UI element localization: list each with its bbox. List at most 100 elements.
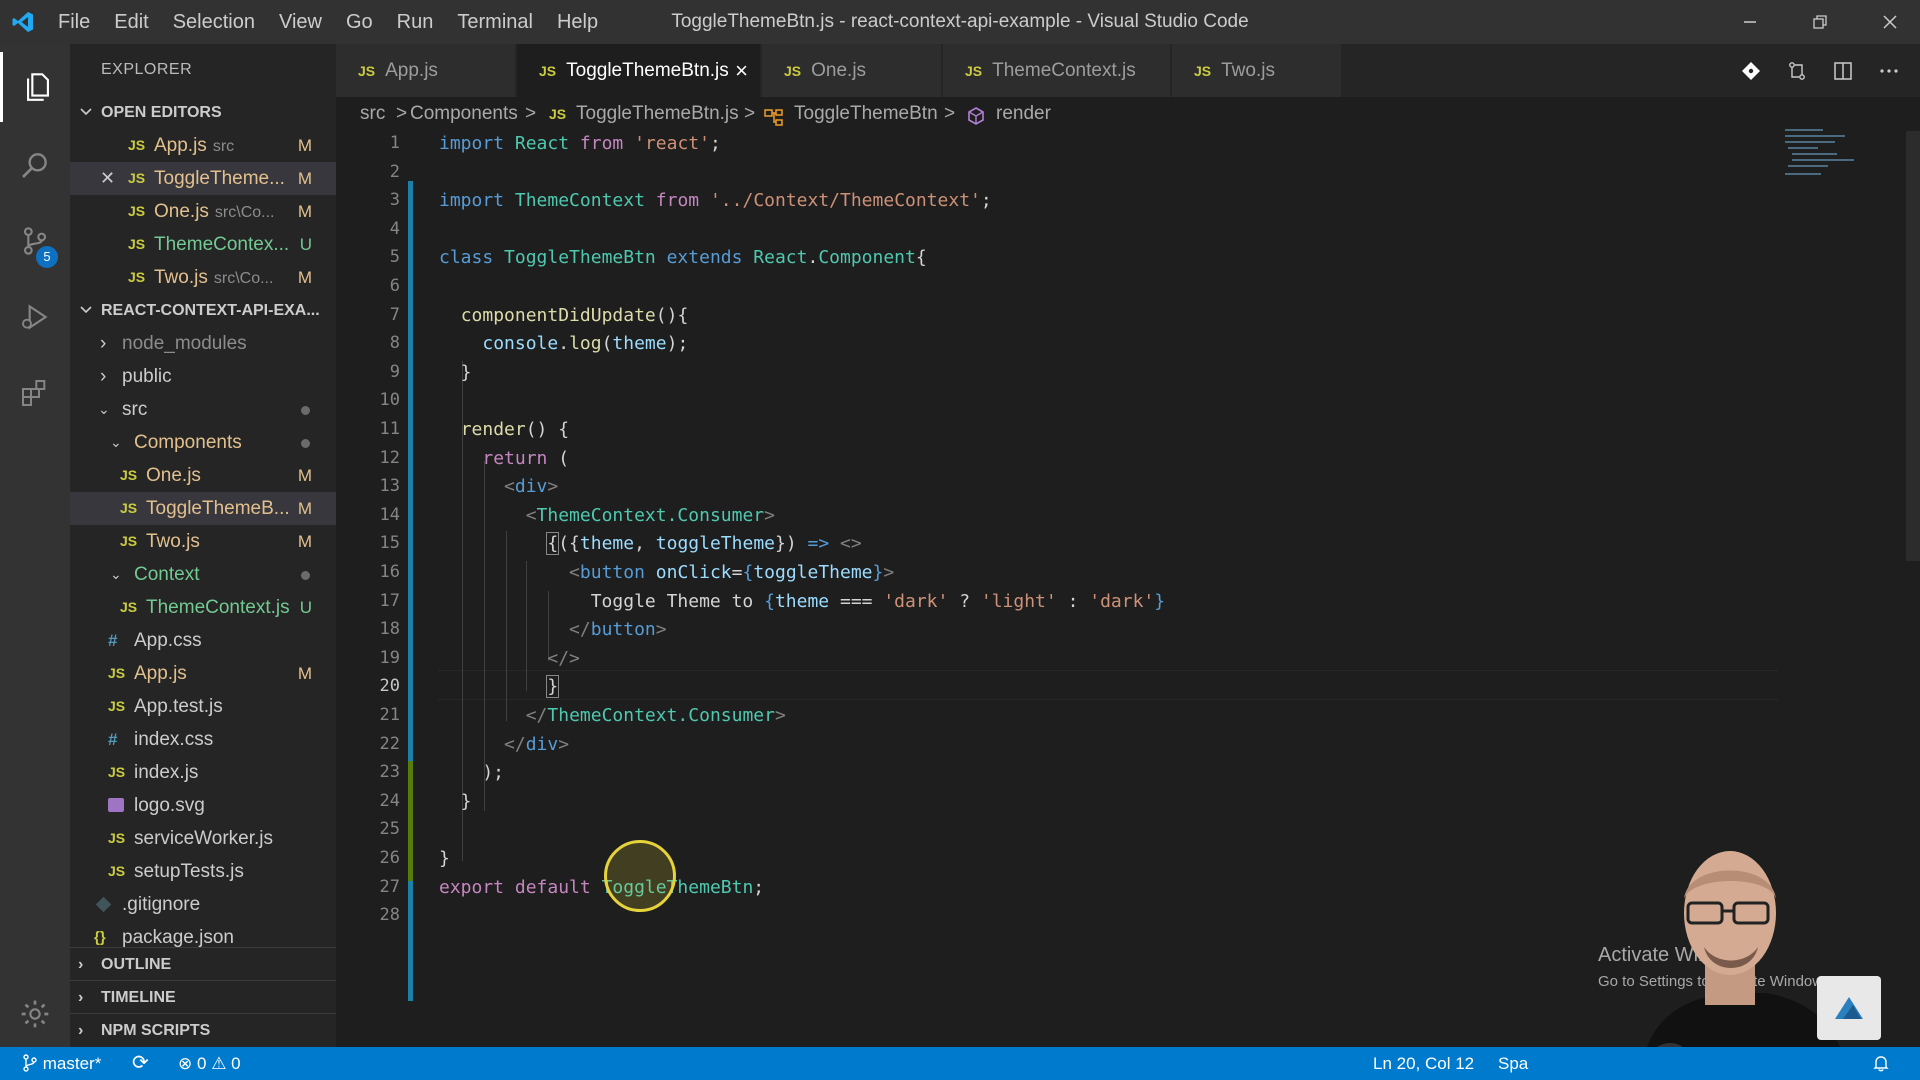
code-line[interactable]: render() { xyxy=(439,419,569,440)
tree-file-index-js[interactable]: JS index.js xyxy=(70,756,336,789)
code-line[interactable]: <div> xyxy=(439,476,558,497)
tree-file-togglethemebtn-js[interactable]: JS ToggleThemeB... M xyxy=(70,492,336,525)
code-line[interactable]: console.log(theme); xyxy=(439,333,688,354)
svg-file-icon xyxy=(108,798,124,812)
code-token: import xyxy=(439,133,505,154)
tree-folder-public[interactable]: › public xyxy=(70,360,336,393)
menu-selection[interactable]: Selection xyxy=(161,0,267,44)
menu-help[interactable]: Help xyxy=(545,0,610,44)
code-line[interactable]: componentDidUpdate(){ xyxy=(439,305,689,326)
outline-header[interactable]: › OUTLINE xyxy=(70,948,336,981)
extensions-icon[interactable] xyxy=(0,358,70,428)
tab-app-js[interactable]: JS App.js xyxy=(336,44,516,97)
menu-file[interactable]: File xyxy=(46,0,102,44)
close-tab-icon[interactable]: × xyxy=(735,44,748,97)
code-line[interactable]: ); xyxy=(439,762,504,783)
notifications-bell-icon[interactable] xyxy=(1872,1047,1890,1080)
code-line[interactable]: <button onClick={toggleTheme}> xyxy=(439,562,894,583)
vertical-scrollbar[interactable] xyxy=(1906,131,1920,561)
sync-icon[interactable]: ⟳ xyxy=(132,1047,149,1080)
tree-file-setuptests-js[interactable]: JS setupTests.js xyxy=(70,855,336,888)
tree-folder-src[interactable]: ⌄ src xyxy=(70,393,336,426)
tree-file-two-js[interactable]: JS Two.js M xyxy=(70,525,336,558)
open-editor-app-js[interactable]: JS App.js src M xyxy=(70,129,336,162)
tree-file-logo-svg[interactable]: logo.svg xyxy=(70,789,336,822)
tree-file-gitignore[interactable]: .gitignore xyxy=(70,888,336,921)
menu-view[interactable]: View xyxy=(267,0,334,44)
code-token: button xyxy=(579,562,645,583)
tree-file-app-test-js[interactable]: JS App.test.js xyxy=(70,690,336,723)
code-line[interactable]: import ThemeContext from '../Context/The… xyxy=(439,190,992,211)
code-line[interactable]: } xyxy=(439,675,560,699)
outline-section[interactable]: › OUTLINE xyxy=(70,947,336,981)
tree-file-serviceworker-js[interactable]: JS serviceWorker.js xyxy=(70,822,336,855)
code-line[interactable]: } xyxy=(439,362,472,383)
open-editor-one-js[interactable]: JS One.js src\Co... M xyxy=(70,195,336,228)
open-editor-two-js[interactable]: JS Two.js src\Co... M xyxy=(70,261,336,294)
minimap[interactable] xyxy=(1780,125,1870,185)
menu-edit[interactable]: Edit xyxy=(102,0,160,44)
tree-folder-components[interactable]: ⌄ Components xyxy=(70,426,336,459)
project-header[interactable]: REACT-CONTEXT-API-EXA... xyxy=(70,294,336,327)
code-line[interactable]: </ThemeContext.Consumer> xyxy=(439,705,786,726)
code-line[interactable]: export default ToggleThemeBtn; xyxy=(439,877,764,898)
tab-one-js[interactable]: JS One.js xyxy=(762,44,942,97)
code-line[interactable]: } xyxy=(439,791,472,812)
npm-scripts-section[interactable]: › NPM SCRIPTS xyxy=(70,1013,336,1047)
tree-file-app-js[interactable]: JS App.js M xyxy=(70,657,336,690)
timeline-section[interactable]: › TIMELINE xyxy=(70,980,336,1014)
npm-scripts-header[interactable]: › NPM SCRIPTS xyxy=(70,1014,336,1047)
tree-file-one-js[interactable]: JS One.js M xyxy=(70,459,336,492)
tree-folder-context[interactable]: ⌄ Context xyxy=(70,558,336,591)
tree-file-index-css[interactable]: # index.css xyxy=(70,723,336,756)
code-line[interactable]: } xyxy=(439,848,450,869)
code-line[interactable]: import React from 'react'; xyxy=(439,133,721,154)
explorer-icon[interactable] xyxy=(0,52,73,122)
webcam-overlay xyxy=(1520,835,1920,1080)
tree-file-app-css[interactable]: # App.css xyxy=(70,624,336,657)
npm-scripts-label: NPM SCRIPTS xyxy=(101,1022,211,1039)
code-line[interactable]: Toggle Theme to {theme === 'dark' ? 'lig… xyxy=(439,591,1165,612)
minimize-button[interactable] xyxy=(1722,0,1778,44)
tree-folder-node-modules[interactable]: › node_modules xyxy=(70,327,336,360)
tab-themecontext-js[interactable]: JS ThemeContext.js xyxy=(943,44,1171,97)
open-editors-header[interactable]: OPEN EDITORS xyxy=(70,96,336,129)
cursor-position[interactable]: Ln 20, Col 12 xyxy=(1373,1047,1474,1080)
search-icon[interactable] xyxy=(0,130,70,200)
code-line[interactable]: class ToggleThemeBtn extends React.Compo… xyxy=(439,247,927,268)
code-line[interactable]: {({theme, toggleTheme}) => <> xyxy=(439,532,862,556)
breadcrumb-src[interactable]: src xyxy=(360,97,385,131)
code-line[interactable]: </> xyxy=(439,648,580,669)
open-editor-themecontext-js[interactable]: JS ThemeContex... U xyxy=(70,228,336,261)
git-open-changes-icon[interactable] xyxy=(1728,44,1774,97)
tree-label: node_modules xyxy=(122,333,247,354)
code-line[interactable]: <ThemeContext.Consumer> xyxy=(439,505,775,526)
split-editor-icon[interactable] xyxy=(1820,44,1866,97)
close-icon[interactable]: ✕ xyxy=(100,162,115,195)
open-editor-togglethemebtn-js[interactable]: ✕ JS ToggleTheme... M xyxy=(70,162,336,195)
run-debug-icon[interactable] xyxy=(0,282,70,352)
code-line[interactable]: </button> xyxy=(439,619,667,640)
code-line[interactable]: </div> xyxy=(439,734,569,755)
compare-changes-icon[interactable] xyxy=(1774,44,1820,97)
menu-terminal[interactable]: Terminal xyxy=(445,0,545,44)
menu-go[interactable]: Go xyxy=(334,0,385,44)
breadcrumb-file[interactable]: ToggleThemeBtn.js xyxy=(576,97,739,131)
indentation-status[interactable]: Spa xyxy=(1498,1047,1528,1080)
more-actions-icon[interactable] xyxy=(1866,44,1912,97)
tab-two-js[interactable]: JS Two.js xyxy=(1172,44,1342,97)
problems-status[interactable]: ⊗ 0 ⚠ 0 xyxy=(178,1047,241,1080)
tree-file-themecontext-js[interactable]: JS ThemeContext.js U xyxy=(70,591,336,624)
menu-run[interactable]: Run xyxy=(385,0,446,44)
code-line[interactable]: return ( xyxy=(439,448,569,469)
git-branch-status[interactable]: master* xyxy=(22,1047,101,1080)
timeline-header[interactable]: › TIMELINE xyxy=(70,981,336,1014)
breadcrumb-method[interactable]: render xyxy=(996,97,1051,131)
close-window-button[interactable] xyxy=(1862,0,1918,44)
breadcrumb-class[interactable]: ToggleThemeBtn xyxy=(794,97,938,131)
breadcrumb-components[interactable]: Components xyxy=(410,97,518,131)
source-control-icon[interactable]: 5 xyxy=(0,206,70,276)
settings-gear-icon[interactable] xyxy=(0,979,70,1049)
tab-togglethemebtn-js[interactable]: JS ToggleThemeBtn.js × xyxy=(517,44,761,97)
restore-button[interactable] xyxy=(1792,0,1848,44)
